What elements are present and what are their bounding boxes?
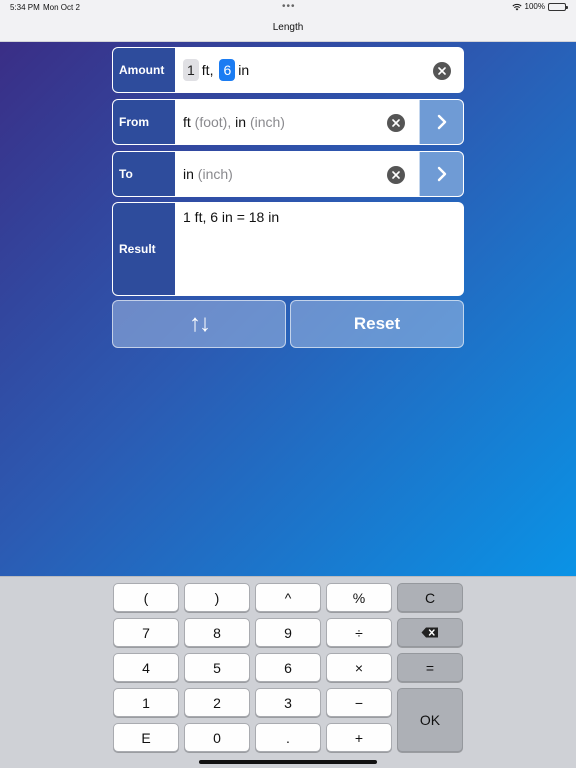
status-date: Mon Oct 2 [43, 3, 80, 12]
key-backspace[interactable] [397, 618, 463, 647]
amount-label: Amount [113, 48, 175, 92]
backspace-icon [421, 627, 438, 638]
amount-chip-feet[interactable]: 1 [183, 59, 199, 81]
clear-amount-button[interactable] [433, 62, 451, 80]
to-unit-name: (inch) [197, 166, 233, 182]
from-select-button[interactable] [419, 100, 463, 144]
page-title: Length [272, 22, 304, 33]
result-row: Result 1 ft, 6 in = 18 in [112, 202, 464, 296]
swap-arrows-icon: ↑↓ [189, 310, 211, 337]
close-icon [392, 119, 400, 127]
key-9[interactable]: 9 [255, 618, 321, 647]
key-divide[interactable]: ÷ [326, 618, 392, 647]
key-0[interactable]: 0 [184, 723, 250, 752]
converter-panel: Amount 1 ft, 6 in From ft (foot), in (in… [0, 42, 576, 576]
to-row: To in (inch) [112, 151, 464, 197]
key-plus[interactable]: + [326, 723, 392, 752]
key-exponent[interactable]: E [113, 723, 179, 752]
key-equals[interactable]: = [397, 653, 463, 682]
result-label: Result [113, 203, 175, 295]
clear-from-button[interactable] [387, 114, 405, 132]
calculator-keypad: ( ) ^ % C 7 8 9 ÷ 4 5 6 × = 1 2 3 − OK E… [0, 576, 576, 768]
clear-to-button[interactable] [387, 166, 405, 184]
top-bar: 5:34 PM Mon Oct 2 ••• 100% Length [0, 0, 576, 42]
key-open-paren[interactable]: ( [113, 583, 179, 612]
amount-chip-inches[interactable]: 6 [219, 59, 236, 81]
to-field[interactable]: in (inch) [175, 152, 419, 196]
key-5[interactable]: 5 [184, 653, 250, 682]
amount-unit-feet: ft, [201, 62, 214, 78]
key-percent[interactable]: % [326, 583, 392, 612]
close-icon [438, 67, 446, 75]
reset-button[interactable]: Reset [290, 300, 464, 348]
status-indicators: 100% [511, 2, 568, 11]
key-minus[interactable]: − [326, 688, 392, 717]
status-time: 5:34 PM [10, 3, 40, 12]
key-ok[interactable]: OK [397, 688, 463, 752]
chevron-right-icon [437, 114, 446, 130]
multitasking-dots-icon[interactable]: ••• [282, 1, 296, 12]
key-3[interactable]: 3 [255, 688, 321, 717]
key-1[interactable]: 1 [113, 688, 179, 717]
to-select-button[interactable] [419, 152, 463, 196]
from-label: From [113, 100, 175, 144]
from-unit-inches: in [235, 114, 247, 130]
key-close-paren[interactable]: ) [184, 583, 250, 612]
key-decimal[interactable]: . [255, 723, 321, 752]
key-clear[interactable]: C [397, 583, 463, 612]
to-label: To [113, 152, 175, 196]
to-unit: in [183, 166, 194, 182]
from-name-inches: (inch) [249, 114, 285, 130]
swap-button[interactable]: ↑↓ [112, 300, 286, 348]
from-field[interactable]: ft (foot), in (inch) [175, 100, 419, 144]
key-multiply[interactable]: × [326, 653, 392, 682]
amount-row: Amount 1 ft, 6 in [112, 47, 464, 93]
key-2[interactable]: 2 [184, 688, 250, 717]
from-unit-feet: ft [183, 114, 191, 130]
close-icon [392, 171, 400, 179]
wifi-icon [511, 3, 522, 10]
battery-icon [548, 2, 568, 11]
key-7[interactable]: 7 [113, 618, 179, 647]
result-text: 1 ft, 6 in = 18 in [183, 209, 280, 225]
home-indicator[interactable] [199, 760, 377, 764]
battery-percent: 100% [524, 2, 545, 11]
chevron-right-icon [437, 166, 446, 182]
key-8[interactable]: 8 [184, 618, 250, 647]
key-power[interactable]: ^ [255, 583, 321, 612]
key-6[interactable]: 6 [255, 653, 321, 682]
from-name-feet: (foot), [194, 114, 232, 130]
from-row: From ft (foot), in (inch) [112, 99, 464, 145]
amount-field[interactable]: 1 ft, 6 in [175, 48, 463, 92]
amount-unit-inches: in [238, 62, 250, 78]
key-4[interactable]: 4 [113, 653, 179, 682]
